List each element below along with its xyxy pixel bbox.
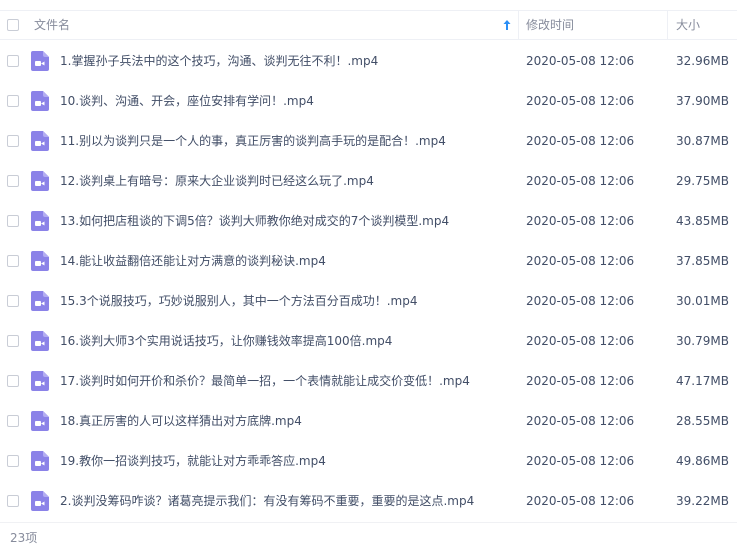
file-modified: 2020-05-08 12:06 — [526, 254, 635, 268]
row-checkbox[interactable] — [7, 55, 19, 67]
file-size: 43.85MB — [676, 214, 729, 228]
file-size: 49.86MB — [676, 454, 729, 468]
file-modified: 2020-05-08 12:06 — [526, 174, 635, 188]
sort-up-arrow-icon[interactable] — [502, 19, 512, 31]
video-file-icon — [31, 51, 49, 71]
video-file-icon — [31, 371, 49, 391]
file-name[interactable]: 2.谈判没筹码咋谈？诸葛亮提示我们：有没有筹码不重要，重要的是这点.mp4 — [60, 481, 474, 521]
file-modified: 2020-05-08 12:06 — [526, 334, 635, 348]
file-size: 47.17MB — [676, 374, 729, 388]
column-divider[interactable] — [518, 11, 519, 39]
file-name[interactable]: 14.能让收益翻倍还能让对方满意的谈判秘诀.mp4 — [60, 241, 326, 281]
file-row[interactable]: 17.谈判时如何开价和杀价？最简单一招，一个表情就能让成交价变低！.mp4 20… — [0, 361, 737, 401]
file-row[interactable]: 13.如何把店租谈的下调5倍？谈判大师教你绝对成交的7个谈判模型.mp4 202… — [0, 201, 737, 241]
row-checkbox[interactable] — [7, 215, 19, 227]
video-file-icon — [31, 211, 49, 231]
file-modified: 2020-05-08 12:06 — [526, 134, 635, 148]
column-divider[interactable] — [667, 11, 668, 39]
file-row[interactable]: 19.教你一招谈判技巧，就能让对方乖乖答应.mp4 2020-05-08 12:… — [0, 441, 737, 481]
item-count: 23项 — [10, 531, 38, 545]
column-header-name[interactable]: 文件名 — [34, 11, 70, 39]
video-file-icon — [31, 491, 49, 511]
file-name[interactable]: 10.谈判、沟通、开会，座位安排有学问！.mp4 — [60, 81, 314, 121]
row-checkbox[interactable] — [7, 415, 19, 427]
video-file-icon — [31, 131, 49, 151]
video-file-icon — [31, 251, 49, 271]
file-name[interactable]: 13.如何把店租谈的下调5倍？谈判大师教你绝对成交的7个谈判模型.mp4 — [60, 201, 449, 241]
file-size: 29.75MB — [676, 174, 729, 188]
file-row[interactable]: 2.谈判没筹码咋谈？诸葛亮提示我们：有没有筹码不重要，重要的是这点.mp4 20… — [0, 481, 737, 521]
file-name[interactable]: 19.教你一招谈判技巧，就能让对方乖乖答应.mp4 — [60, 441, 326, 481]
file-size: 37.90MB — [676, 94, 729, 108]
file-row[interactable]: 16.谈判大师3个实用说话技巧，让你赚钱效率提高100倍.mp4 2020-05… — [0, 321, 737, 361]
row-checkbox[interactable] — [7, 95, 19, 107]
row-checkbox[interactable] — [7, 375, 19, 387]
file-modified: 2020-05-08 12:06 — [526, 414, 635, 428]
row-checkbox[interactable] — [7, 255, 19, 267]
row-checkbox[interactable] — [7, 495, 19, 507]
row-checkbox[interactable] — [7, 175, 19, 187]
file-name[interactable]: 1.掌握孙子兵法中的这个技巧，沟通、谈判无往不利！.mp4 — [60, 41, 378, 81]
file-name[interactable]: 11.别以为谈判只是一个人的事，真正厉害的谈判高手玩的是配合！.mp4 — [60, 121, 446, 161]
file-name[interactable]: 17.谈判时如何开价和杀价？最简单一招，一个表情就能让成交价变低！.mp4 — [60, 361, 470, 401]
file-list: 文件名 修改时间 大小 1.掌握孙子兵法中的这个技巧，沟通、谈判无往不利！.mp… — [0, 0, 737, 552]
footer-divider — [0, 522, 737, 523]
column-header-size[interactable]: 大小 — [676, 11, 700, 39]
file-row[interactable]: 1.掌握孙子兵法中的这个技巧，沟通、谈判无往不利！.mp4 2020-05-08… — [0, 41, 737, 81]
file-name[interactable]: 12.谈判桌上有暗号：原来大企业谈判时已经这么玩了.mp4 — [60, 161, 374, 201]
file-size: 30.87MB — [676, 134, 729, 148]
file-row[interactable]: 12.谈判桌上有暗号：原来大企业谈判时已经这么玩了.mp4 2020-05-08… — [0, 161, 737, 201]
file-size: 28.55MB — [676, 414, 729, 428]
row-checkbox[interactable] — [7, 335, 19, 347]
file-modified: 2020-05-08 12:06 — [526, 214, 635, 228]
file-size: 30.79MB — [676, 334, 729, 348]
video-file-icon — [31, 91, 49, 111]
video-file-icon — [31, 451, 49, 471]
file-row[interactable]: 14.能让收益翻倍还能让对方满意的谈判秘诀.mp4 2020-05-08 12:… — [0, 241, 737, 281]
video-file-icon — [31, 171, 49, 191]
video-file-icon — [31, 291, 49, 311]
file-size: 39.22MB — [676, 494, 729, 508]
video-file-icon — [31, 411, 49, 431]
file-modified: 2020-05-08 12:06 — [526, 454, 635, 468]
column-header-modified[interactable]: 修改时间 — [526, 11, 574, 39]
file-name[interactable]: 18.真正厉害的人可以这样猜出对方底牌.mp4 — [60, 401, 302, 441]
row-checkbox[interactable] — [7, 295, 19, 307]
file-row[interactable]: 11.别以为谈判只是一个人的事，真正厉害的谈判高手玩的是配合！.mp4 2020… — [0, 121, 737, 161]
file-size: 32.96MB — [676, 54, 729, 68]
file-row[interactable]: 15.3个说服技巧，巧妙说服别人，其中一个方法百分百成功！.mp4 2020-0… — [0, 281, 737, 321]
file-size: 37.85MB — [676, 254, 729, 268]
file-modified: 2020-05-08 12:06 — [526, 94, 635, 108]
row-checkbox[interactable] — [7, 135, 19, 147]
video-file-icon — [31, 331, 49, 351]
row-checkbox[interactable] — [7, 455, 19, 467]
file-modified: 2020-05-08 12:06 — [526, 294, 635, 308]
file-modified: 2020-05-08 12:06 — [526, 494, 635, 508]
file-modified: 2020-05-08 12:06 — [526, 54, 635, 68]
file-name[interactable]: 16.谈判大师3个实用说话技巧，让你赚钱效率提高100倍.mp4 — [60, 321, 392, 361]
file-size: 30.01MB — [676, 294, 729, 308]
file-name[interactable]: 15.3个说服技巧，巧妙说服别人，其中一个方法百分百成功！.mp4 — [60, 281, 417, 321]
file-list-header: 文件名 修改时间 大小 — [0, 10, 737, 40]
file-row[interactable]: 10.谈判、沟通、开会，座位安排有学问！.mp4 2020-05-08 12:0… — [0, 81, 737, 121]
file-modified: 2020-05-08 12:06 — [526, 374, 635, 388]
file-row[interactable]: 18.真正厉害的人可以这样猜出对方底牌.mp4 2020-05-08 12:06… — [0, 401, 737, 441]
select-all-checkbox[interactable] — [7, 19, 19, 31]
